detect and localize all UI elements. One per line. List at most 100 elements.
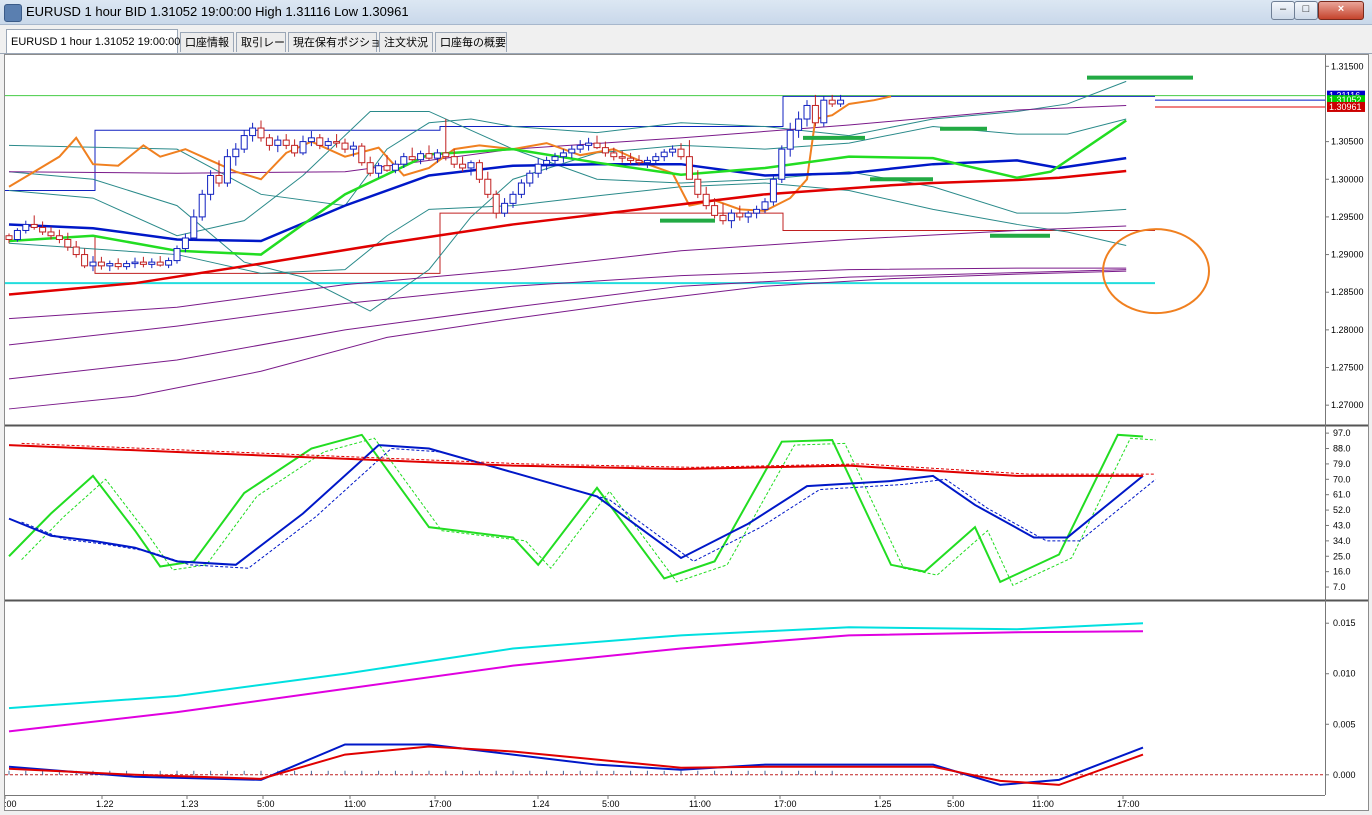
tab-order-status[interactable]: 注文状況 [379,32,433,52]
price-tick-label: 1.30000 [1331,174,1364,184]
tab-eurusd-chart[interactable]: EURUSD 1 hour 1.31052 19:00:00 [6,29,180,53]
candle-body [391,163,399,171]
chart-window[interactable]: 1.31500 1.30500 1.30000 1.29500 1.29000 1.285… [0,54,1369,811]
candle-body [274,139,282,146]
candle-body [232,148,240,158]
maximize-button[interactable]: □ [1294,1,1318,20]
candle-body [425,153,433,159]
candle-body [669,148,677,153]
candle-body [702,193,710,207]
stoch-signal-line [21,442,1156,475]
candle-body [543,159,551,165]
candle-body [593,142,601,149]
candle-body [30,223,38,228]
close-icon: × [1337,3,1345,15]
price-tick-label: 1.30500 [1331,137,1364,147]
candle-body [358,145,366,164]
time-tick-label: 17:00 [774,799,797,809]
candle-body [769,178,777,203]
candle-body [559,152,567,158]
candle-body [55,235,63,241]
candle-body [375,165,383,174]
candle-body [811,104,819,124]
candle-body [106,263,114,267]
candle-body [677,148,685,158]
macd-tick-label: 0.005 [1333,719,1356,729]
candle-body [131,261,139,265]
candle-body [282,139,290,146]
stoch-tick-label: 70.0 [1333,474,1351,484]
candle-body [517,182,525,195]
stoch-tick-label: 79.0 [1333,459,1351,469]
candle-body [64,239,72,248]
candle-body [181,237,189,250]
window-title: EURUSD 1 hour BID 1.31052 19:00:00 High … [26,4,409,19]
price-label-text: 1.30961 [1329,102,1362,112]
candle-body [123,263,131,268]
candle-body [652,156,660,161]
candle-body [165,260,173,266]
candle-body [383,165,391,171]
price-tick-label: 1.27000 [1331,400,1364,410]
stoch-series-line [8,444,1144,566]
band-line [8,80,1127,207]
price-tick-label: 1.28500 [1331,287,1364,297]
candle-body [307,137,315,143]
macd-series-line [8,622,1144,710]
candle-body [442,152,450,158]
time-tick-label: 0:00 [5,799,17,809]
time-tick-label: 11:00 [689,799,711,809]
candle-body [585,142,593,146]
stoch-tick-label: 43.0 [1333,520,1351,530]
candle-body [601,147,609,154]
candle-body [727,212,735,222]
candle-body [223,156,231,184]
time-tick-label: 17:00 [429,799,452,809]
time-tick-label: 1.25 [874,799,892,809]
tab-bar: EURUSD 1 hour 1.31052 19:00:00 口座情報 取引レー… [0,28,1372,54]
moving-average-ma_green [8,119,1127,256]
stoch-tick-label: 97.0 [1333,428,1351,438]
candle-body [643,159,651,164]
candle-body [610,152,618,158]
candle-body [299,141,307,154]
candle-body [400,156,408,165]
tab-open-positions[interactable]: 現在保有ポジション [288,32,392,52]
candle-body [761,201,769,210]
tab-trading-rates[interactable]: 取引レート [236,32,296,52]
candle-body [72,246,80,256]
candle-body [450,156,458,165]
minimize-icon: – [1279,3,1287,15]
minimize-button[interactable]: – [1271,1,1295,20]
band-line [8,269,1127,380]
candle-body [5,235,13,241]
tab-account-info[interactable]: 口座情報 [180,32,234,52]
candle-body [22,223,30,231]
tab-account-summary[interactable]: 口座毎の概要 [435,32,507,52]
candle-body [534,163,542,174]
candle-body [139,261,147,265]
candle-body [417,153,425,161]
price-tick-label: 1.28000 [1331,325,1364,335]
candle-body [265,137,273,146]
candle-body [366,162,374,174]
candle-body [257,127,265,139]
time-tick-label: 1.24 [532,799,550,809]
close-button[interactable]: × [1318,1,1364,20]
candle-body [433,152,441,159]
candle-body [660,151,668,158]
band-line [8,267,1127,346]
stoch-tick-label: 52.0 [1333,505,1351,515]
candle-body [719,214,727,222]
candle-body [803,104,811,120]
candle-body [551,156,559,161]
macd-series-line [8,630,1144,733]
chart-canvas[interactable]: 1.31500 1.30500 1.30000 1.29500 1.29000 1.285… [0,55,1368,810]
candle-body [198,193,206,218]
candle-body [89,261,97,267]
candle-body [324,141,332,146]
candle-body [148,261,156,265]
macd-tick-label: 0.010 [1333,669,1356,679]
candle-body [173,248,181,262]
candle-body [837,99,845,105]
